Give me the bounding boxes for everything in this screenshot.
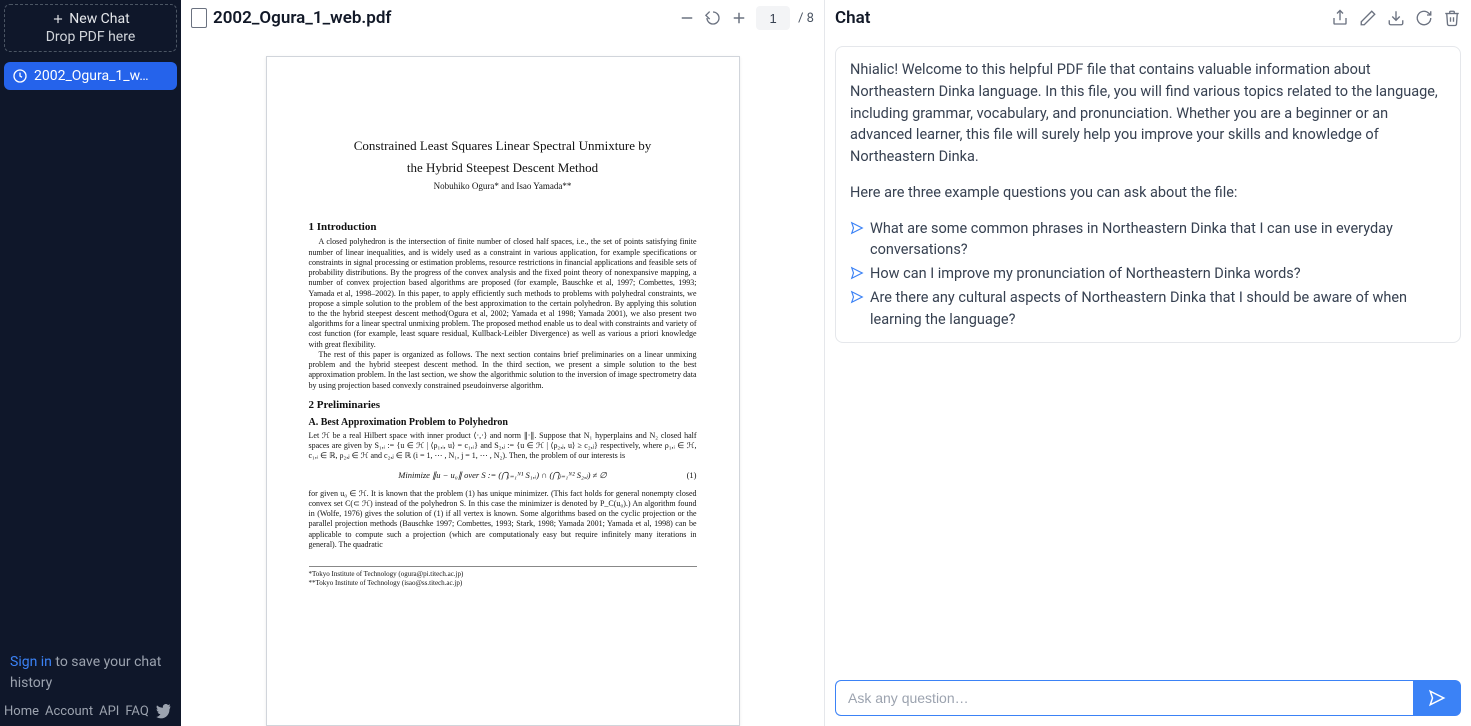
chat-header: Chat (825, 0, 1471, 36)
example-question-1[interactable]: What are some common phrases in Northeas… (850, 218, 1446, 262)
example-question-3[interactable]: Are there any cultural aspects of Northe… (850, 287, 1446, 331)
welcome-paragraph-1: Nhialic! Welcome to this helpful PDF fil… (850, 59, 1446, 168)
sidebar-chat-item-active[interactable]: 2002_Ogura_1_w… (4, 62, 177, 90)
plus-icon (51, 12, 65, 26)
drop-pdf-hint: Drop PDF here (13, 29, 168, 45)
footer-links: Home Account API FAQ (4, 698, 177, 722)
welcome-paragraph-2: Here are three example questions you can… (850, 182, 1446, 204)
section-2-heading: 2 Preliminaries (309, 399, 697, 411)
pdf-toolbar: 2002_Ogura_1_web.pdf / 8 (181, 0, 824, 36)
sidebar-chat-item-label: 2002_Ogura_1_w… (34, 68, 149, 84)
sidebar: New Chat Drop PDF here 2002_Ogura_1_w… S… (0, 0, 181, 726)
paper-title-line2: the Hybrid Steepest Descent Method (309, 159, 697, 177)
zoom-in-button[interactable] (730, 9, 748, 27)
footer-home[interactable]: Home (4, 704, 39, 720)
pdf-panel: 2002_Ogura_1_web.pdf / 8 Constrained Lea… (181, 0, 825, 726)
paper-title-line1: Constrained Least Squares Linear Spectra… (309, 137, 697, 155)
paper-authors: Nobuhiko Ogura* and Isao Yamada** (309, 181, 697, 191)
delete-icon[interactable] (1443, 9, 1461, 27)
send-button[interactable] (1413, 680, 1461, 716)
intro-para-1: A closed polyhedron is the intersection … (309, 237, 697, 350)
footnote-1: *Tokyo Institute of Technology (ogura@pi… (309, 570, 697, 579)
chat-body: Nhialic! Welcome to this helpful PDF fil… (825, 36, 1471, 672)
question-arrow-icon (850, 221, 864, 235)
document-icon (191, 8, 207, 28)
refresh-icon[interactable] (1415, 9, 1433, 27)
zoom-out-button[interactable] (678, 9, 696, 27)
equation-1: Minimize ∥u − u₀∥ over S := (⋂ᵢ₌₁ᴺ¹ S₁,ᵢ… (309, 470, 697, 481)
section-1-heading: 1 Introduction (309, 221, 697, 233)
share-icon[interactable] (1331, 9, 1349, 27)
prelim-para-1: Let ℋ be a real Hilbert space with inner… (309, 431, 697, 462)
question-arrow-icon (850, 266, 864, 280)
signin-link[interactable]: Sign in (10, 654, 52, 670)
chat-input-row (825, 672, 1471, 726)
footnote-2: **Tokyo Institute of Technology (isao@ss… (309, 579, 697, 588)
prelim-para-2: for given u₀ ∈ ℋ. It is known that the p… (309, 489, 697, 550)
chat-doc-icon (12, 68, 28, 84)
download-icon[interactable] (1387, 9, 1405, 27)
question-arrow-icon (850, 290, 864, 304)
send-icon (1428, 689, 1446, 707)
footnotes: *Tokyo Institute of Technology (ogura@pi… (309, 566, 697, 588)
pdf-filename: 2002_Ogura_1_web.pdf (213, 8, 391, 28)
new-chat-label: New Chat (69, 11, 129, 27)
subsection-a-heading: A. Best Approximation Problem to Polyhed… (309, 417, 697, 428)
page-number-input[interactable] (756, 6, 790, 30)
footer-faq[interactable]: FAQ (125, 704, 148, 720)
intro-para-2: The rest of this paper is organized as f… (309, 350, 697, 391)
twitter-icon[interactable] (155, 704, 171, 720)
chat-panel: Chat Nhialic! Welcome to this helpful PD… (825, 0, 1471, 726)
chat-list: 2002_Ogura_1_w… (4, 62, 177, 648)
pdf-page: Constrained Least Squares Linear Spectra… (266, 56, 740, 726)
chat-input[interactable] (835, 680, 1413, 716)
example-question-2[interactable]: How can I improve my pronunciation of No… (850, 263, 1446, 285)
edit-icon[interactable] (1359, 9, 1377, 27)
footer-account[interactable]: Account (45, 704, 93, 720)
chat-header-title: Chat (835, 8, 870, 28)
new-chat-dropzone[interactable]: New Chat Drop PDF here (4, 4, 177, 52)
page-total: / 8 (798, 11, 814, 26)
signin-prompt: Sign in to save your chat history (4, 648, 177, 698)
rotate-button[interactable] (704, 9, 722, 27)
footer-api[interactable]: API (99, 704, 119, 720)
assistant-welcome-message: Nhialic! Welcome to this helpful PDF fil… (835, 46, 1461, 343)
pdf-canvas[interactable]: Constrained Least Squares Linear Spectra… (181, 36, 824, 726)
